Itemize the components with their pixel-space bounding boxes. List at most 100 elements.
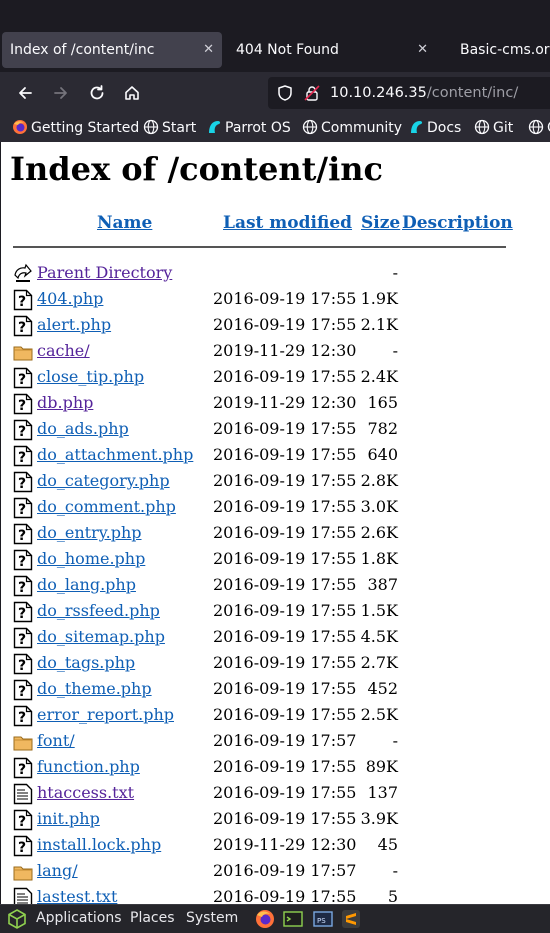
url-host: 10.10.246.35 — [330, 85, 427, 101]
svg-text:?: ? — [18, 502, 26, 518]
bookmark-community[interactable]: Community — [302, 118, 402, 138]
table-row: cache/2019-11-29 12:30 - — [1, 338, 550, 364]
insecure-lock-icon[interactable] — [304, 85, 320, 101]
file-link[interactable]: db.php — [37, 393, 93, 412]
file-size: 3.9K — [360, 809, 398, 828]
file-link[interactable]: do_attachment.php — [37, 445, 193, 464]
file-link[interactable]: close_tip.php — [37, 367, 144, 386]
back-arrow-icon — [14, 263, 32, 282]
home-icon — [125, 86, 139, 100]
bookmark-start[interactable]: Start — [143, 118, 196, 138]
terminal-icon[interactable] — [282, 908, 304, 930]
unknown-file-icon: ? — [13, 705, 33, 727]
file-date: 2016-09-19 17:55 — [213, 809, 357, 828]
column-header-size[interactable]: Size — [361, 213, 400, 233]
file-link[interactable]: font/ — [37, 731, 75, 750]
applications-menu[interactable]: Applications — [36, 905, 122, 933]
unknown-file-icon: ? — [13, 315, 33, 337]
file-link[interactable]: do_tags.php — [37, 653, 135, 672]
tab-404-not-found[interactable]: 404 Not Found ✕ — [228, 32, 446, 68]
text-file-icon — [13, 783, 33, 805]
file-size: - — [392, 861, 398, 880]
url-text[interactable]: 10.10.246.35/content/inc/ — [330, 77, 518, 109]
column-header-name[interactable]: Name — [97, 213, 152, 233]
table-row: font/2016-09-19 17:57 - — [1, 728, 550, 754]
cube-icon[interactable] — [6, 908, 28, 930]
table-row: ? do_tags.php 2016-09-19 17:55 2.7K — [1, 650, 550, 676]
bookmark-label: Start — [162, 120, 197, 136]
table-row: ? do_comment.php 2016-09-19 17:55 3.0K — [1, 494, 550, 520]
bookmark-label: Docs — [427, 120, 462, 136]
system-menu[interactable]: System — [186, 905, 238, 933]
unknown-file-icon: ? — [13, 289, 33, 311]
sublime-text-icon[interactable] — [340, 908, 362, 930]
file-link[interactable]: do_entry.php — [37, 523, 142, 542]
bookmark-getting-started[interactable]: Getting Started — [12, 118, 139, 138]
tab-basic-cms[interactable]: Basic-cms.org — [452, 32, 550, 68]
file-link[interactable]: do_category.php — [37, 471, 170, 490]
file-size: 137 — [367, 783, 398, 802]
table-row: ? init.php 2016-09-19 17:55 3.9K — [1, 806, 550, 832]
bookmark-label: Parrot OS — [225, 120, 291, 136]
file-link[interactable]: do_home.php — [37, 549, 145, 568]
bookmark-parrot-os[interactable]: Parrot OS — [206, 118, 291, 138]
file-link[interactable]: do_comment.php — [37, 497, 176, 516]
file-link[interactable]: init.php — [37, 809, 100, 828]
tab-strip: Index of /content/inc ✕ 404 Not Found ✕ … — [0, 0, 550, 72]
bookmark-git[interactable]: Git — [474, 118, 513, 138]
file-link[interactable]: function.php — [37, 757, 140, 776]
file-link[interactable]: do_ads.php — [37, 419, 129, 438]
reload-button[interactable] — [84, 80, 110, 106]
tab-label: 404 Not Found — [236, 42, 339, 58]
file-link[interactable]: do_sitemap.php — [37, 627, 165, 646]
back-button[interactable] — [12, 80, 38, 106]
svg-text:?: ? — [18, 528, 26, 544]
tab-close-icon[interactable]: ✕ — [203, 32, 214, 68]
table-row: ? do_lang.php 2016-09-19 17:55 387 — [1, 572, 550, 598]
file-date: 2016-09-19 17:55 — [213, 367, 357, 386]
bookmark-label: Git — [493, 120, 514, 136]
file-link[interactable]: do_rssfeed.php — [37, 601, 160, 620]
file-link[interactable]: htaccess.txt — [37, 783, 134, 802]
unknown-file-icon: ? — [13, 367, 33, 389]
file-link[interactable]: alert.php — [37, 315, 111, 334]
file-date: 2016-09-19 17:55 — [213, 627, 357, 646]
table-row: ? do_ads.php 2016-09-19 17:55 782 — [1, 416, 550, 442]
bookmark-docs[interactable]: Docs — [408, 118, 461, 138]
powershell-icon[interactable]: PS — [312, 908, 334, 930]
file-size: - — [392, 731, 398, 750]
file-link[interactable]: error_report.php — [37, 705, 174, 724]
column-header-last-modified[interactable]: Last modified — [223, 213, 352, 233]
file-size: 89K — [365, 757, 398, 776]
places-menu[interactable]: Places — [130, 905, 175, 933]
home-button[interactable] — [119, 80, 145, 106]
table-row: ? do_attachment.php 2016-09-19 17:55 640 — [1, 442, 550, 468]
folder-icon — [13, 341, 33, 363]
forward-button[interactable] — [48, 80, 74, 106]
column-header-description[interactable]: Description — [402, 213, 513, 233]
file-link[interactable]: lastest.txt — [37, 887, 117, 904]
file-date: 2016-09-19 17:55 — [213, 679, 357, 698]
page-title: Index of /content/inc — [10, 150, 383, 188]
tab-close-icon[interactable]: ✕ — [417, 32, 428, 68]
svg-text:?: ? — [18, 320, 26, 336]
file-link[interactable]: cache/ — [37, 341, 90, 360]
file-link[interactable]: install.lock.php — [37, 835, 161, 854]
parent-directory-link[interactable]: Parent Directory — [37, 263, 172, 282]
file-link[interactable]: 404.php — [37, 289, 103, 308]
table-row: ? function.php 2016-09-19 17:55 89K — [1, 754, 550, 780]
file-link[interactable]: lang/ — [37, 861, 78, 880]
file-date: 2016-09-19 17:55 — [213, 289, 357, 308]
globe-icon — [143, 119, 159, 135]
file-size: 452 — [367, 679, 398, 698]
shield-icon[interactable] — [276, 84, 294, 102]
file-size: 1.5K — [360, 601, 398, 620]
bookmark-more[interactable]: C — [528, 118, 550, 138]
tab-index-content-inc[interactable]: Index of /content/inc ✕ — [2, 32, 222, 68]
file-link[interactable]: do_theme.php — [37, 679, 152, 698]
url-bar[interactable]: 10.10.246.35/content/inc/ — [268, 77, 550, 109]
file-link[interactable]: do_lang.php — [37, 575, 136, 594]
globe-icon — [474, 119, 490, 135]
file-date: 2016-09-19 17:55 — [213, 783, 357, 802]
firefox-launcher-icon[interactable] — [254, 908, 276, 930]
